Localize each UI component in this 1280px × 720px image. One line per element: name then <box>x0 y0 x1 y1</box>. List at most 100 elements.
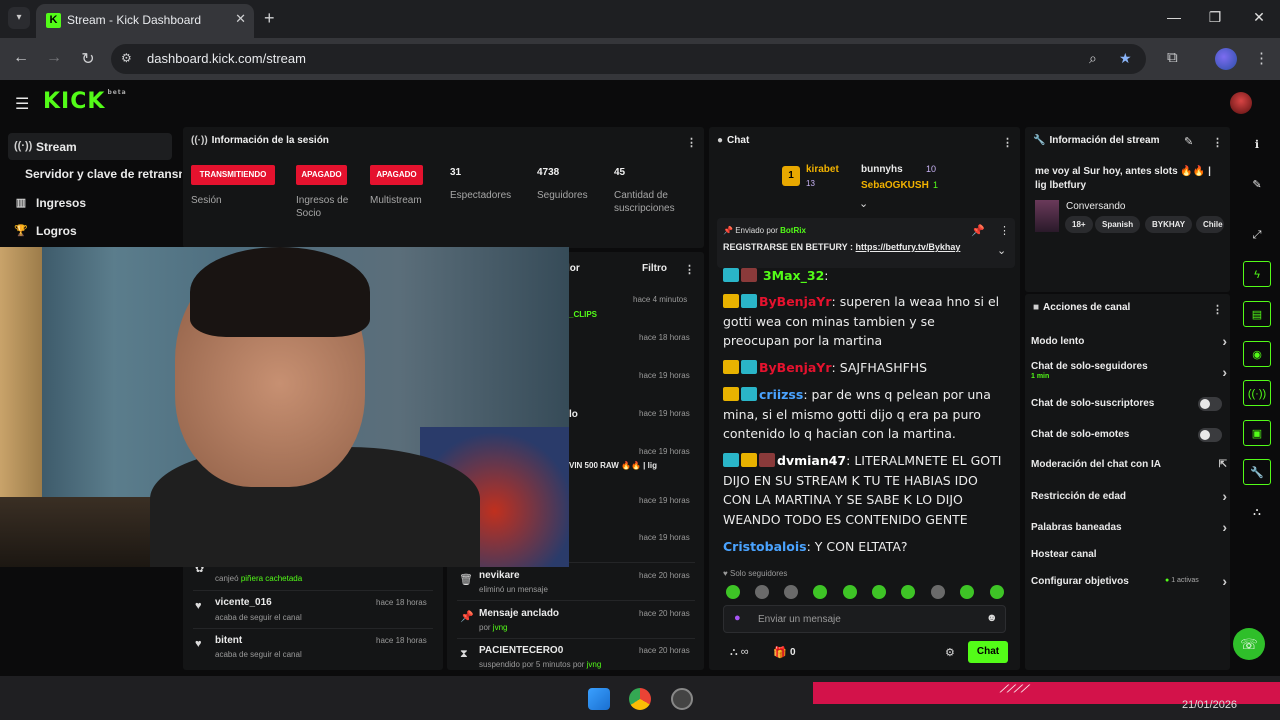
expand-icon[interactable]: ⤢ <box>1243 222 1271 248</box>
pin-icon[interactable]: 📌 <box>971 224 985 237</box>
ai-moderation-row[interactable]: Moderación del chat con IA ⇱ <box>1031 459 1227 470</box>
emote-icon[interactable] <box>931 585 945 599</box>
emote-icon[interactable] <box>726 585 740 599</box>
windows-start-icon[interactable] <box>588 688 610 710</box>
site-info-icon[interactable]: ⚙ <box>121 51 132 65</box>
emote-icon[interactable] <box>755 585 769 599</box>
followers-only-chat-row[interactable]: Chat de solo-seguidores 1 min › <box>1031 361 1227 380</box>
gift-box-icon[interactable]: 🎁 <box>773 646 787 659</box>
emote-icon[interactable] <box>843 585 857 599</box>
emotes-only-chat-row[interactable]: Chat de solo-emotes <box>1031 428 1227 442</box>
chrome-icon[interactable] <box>629 688 651 710</box>
layout-icon[interactable]: ▣ <box>1243 420 1271 446</box>
log-actor[interactable]: Mensaje anclado <box>479 608 559 619</box>
kick-logo[interactable]: KICK beta <box>43 89 127 114</box>
banned-words-row[interactable]: Palabras baneadas › <box>1031 519 1227 535</box>
bookmark-star-icon[interactable]: ★ <box>1119 50 1132 67</box>
chevron-down-icon[interactable]: ⌄ <box>859 197 868 210</box>
browser-tab-active[interactable]: K Stream - Kick Dashboard ✕ <box>36 4 254 38</box>
emote-icon[interactable] <box>990 585 1004 599</box>
chevron-down-icon[interactable]: ⌄ <box>997 244 1006 257</box>
emotes-only-toggle[interactable] <box>1198 428 1222 442</box>
age-restriction-row[interactable]: Restricción de edad › <box>1031 488 1227 504</box>
stream-title-text: me voy al Sur hoy, antes slots 🔥🔥 | lig … <box>1035 166 1211 191</box>
lightning-icon[interactable]: ϟ <box>1243 261 1271 287</box>
forward-icon[interactable]: → <box>44 49 64 67</box>
emote-icon[interactable] <box>784 585 798 599</box>
tag-bykhay[interactable]: BYKHAY <box>1145 216 1193 233</box>
sidebar-item-stream[interactable]: ((·)) Stream <box>8 133 172 160</box>
row-timestamp: hace 20 horas <box>639 571 690 580</box>
log-actor[interactable]: PACIENTECERO0 <box>479 645 563 656</box>
chat-icon[interactable]: ◉ <box>1243 341 1271 367</box>
edit-icon[interactable]: ✎ <box>1243 172 1271 198</box>
tag-spanish[interactable]: Spanish <box>1095 216 1141 233</box>
follower-name[interactable]: bitent <box>215 635 242 646</box>
broadcast-icon[interactable]: ((·)) <box>1243 380 1271 406</box>
settings-gear-icon[interactable]: ⚙ <box>945 646 955 659</box>
more-options-icon[interactable]: ⋮ <box>1212 303 1223 316</box>
category-name[interactable]: Conversando <box>1066 201 1125 212</box>
zoom-icon[interactable]: ⌕ <box>1089 50 1097 67</box>
mic-icon[interactable]: ● <box>734 612 741 624</box>
obs-icon[interactable] <box>671 688 693 710</box>
kick-header: ☰ KICK beta <box>0 80 1280 126</box>
chart-icon: ▥ <box>15 197 27 209</box>
back-icon[interactable]: ← <box>11 49 31 67</box>
emoji-icon[interactable]: ☻ <box>986 612 998 624</box>
emote-icon[interactable] <box>872 585 886 599</box>
slow-mode-row[interactable]: Modo lento › <box>1031 333 1227 349</box>
tag-chile[interactable]: Chile <box>1196 216 1224 233</box>
wrench-icon[interactable]: 🔧 <box>1243 459 1271 485</box>
reload-icon[interactable]: ↻ <box>78 49 98 69</box>
hamburger-menu-icon[interactable]: ☰ <box>15 94 29 114</box>
follower-name[interactable]: vicente_016 <box>215 597 272 608</box>
tag-18plus[interactable]: 18+ <box>1065 216 1093 233</box>
sidebar-item-logros[interactable]: 🏆 Logros <box>8 217 172 244</box>
more-options-icon[interactable]: ⋮ <box>686 136 697 149</box>
subscribers-only-chat-row[interactable]: Chat de solo-suscriptores <box>1031 397 1227 411</box>
address-bar[interactable]: ⚙ dashboard.kick.com/stream ⌕ ★ <box>111 44 1146 74</box>
more-options-icon[interactable]: ⋮ <box>999 224 1010 237</box>
sidebar-item-server-key[interactable]: Servidor y clave de retransmisión <box>25 167 182 181</box>
sidebar-item-ingresos[interactable]: ▥ Ingresos <box>8 189 172 216</box>
extensions-icon[interactable]: ⧉ <box>1167 49 1178 66</box>
help-chat-icon[interactable]: ☏ <box>1233 628 1265 660</box>
close-window-icon[interactable]: ✕ <box>1249 9 1269 26</box>
filter-button[interactable]: Filtro <box>642 263 667 274</box>
more-options-icon[interactable]: ⋮ <box>1002 136 1013 149</box>
users-icon[interactable]: ⛬ ∞ <box>730 646 749 659</box>
new-tab-icon[interactable]: + <box>264 8 275 28</box>
more-options-icon[interactable]: ⋮ <box>1212 136 1223 149</box>
emote-icon[interactable] <box>901 585 915 599</box>
chat-message-input[interactable]: ● Enviar un mensaje ☻ <box>723 605 1006 633</box>
browser-menu-icon[interactable]: ⋮ <box>1254 49 1269 67</box>
more-options-icon[interactable]: ⋮ <box>684 263 695 276</box>
info-icon[interactable]: ℹ <box>1243 132 1271 158</box>
category-thumbnail[interactable] <box>1035 200 1059 232</box>
emote-icon[interactable] <box>960 585 974 599</box>
crown-badge-icon <box>723 360 739 374</box>
notes-icon[interactable]: ▤ <box>1243 301 1271 327</box>
user-avatar[interactable] <box>1230 92 1252 114</box>
chat-title: ● Chat <box>717 135 750 146</box>
emote-icon[interactable] <box>813 585 827 599</box>
minimize-icon[interactable]: — <box>1164 9 1184 25</box>
profile-avatar[interactable] <box>1215 48 1237 70</box>
gifter-name[interactable]: bunnyhs <box>861 164 903 175</box>
configure-goals-row[interactable]: Configurar objetivos ● 1 activas › <box>1031 573 1227 589</box>
tab-search-icon[interactable]: ▾ <box>8 7 30 29</box>
chat-message: ByBenjaYr: superen la weaa hno si el got… <box>723 294 1000 348</box>
edit-pencil-icon[interactable]: ✎ <box>1184 135 1193 148</box>
url-text[interactable]: dashboard.kick.com/stream <box>147 51 306 66</box>
users-icon[interactable]: ⛬ <box>1243 499 1271 525</box>
close-tab-icon[interactable]: ✕ <box>235 11 246 27</box>
log-actor[interactable]: nevikare <box>479 570 520 581</box>
gifter-name[interactable]: SebaOGKUSH <box>861 180 929 191</box>
log-fragment: _CLIPS <box>569 310 598 319</box>
gifter-name[interactable]: kirabet <box>806 164 839 175</box>
maximize-icon[interactable]: ❐ <box>1205 9 1225 26</box>
subscribers-only-toggle[interactable] <box>1198 397 1222 411</box>
send-chat-button[interactable]: Chat <box>968 641 1008 663</box>
host-channel-row[interactable]: Hostear canal <box>1031 549 1227 560</box>
